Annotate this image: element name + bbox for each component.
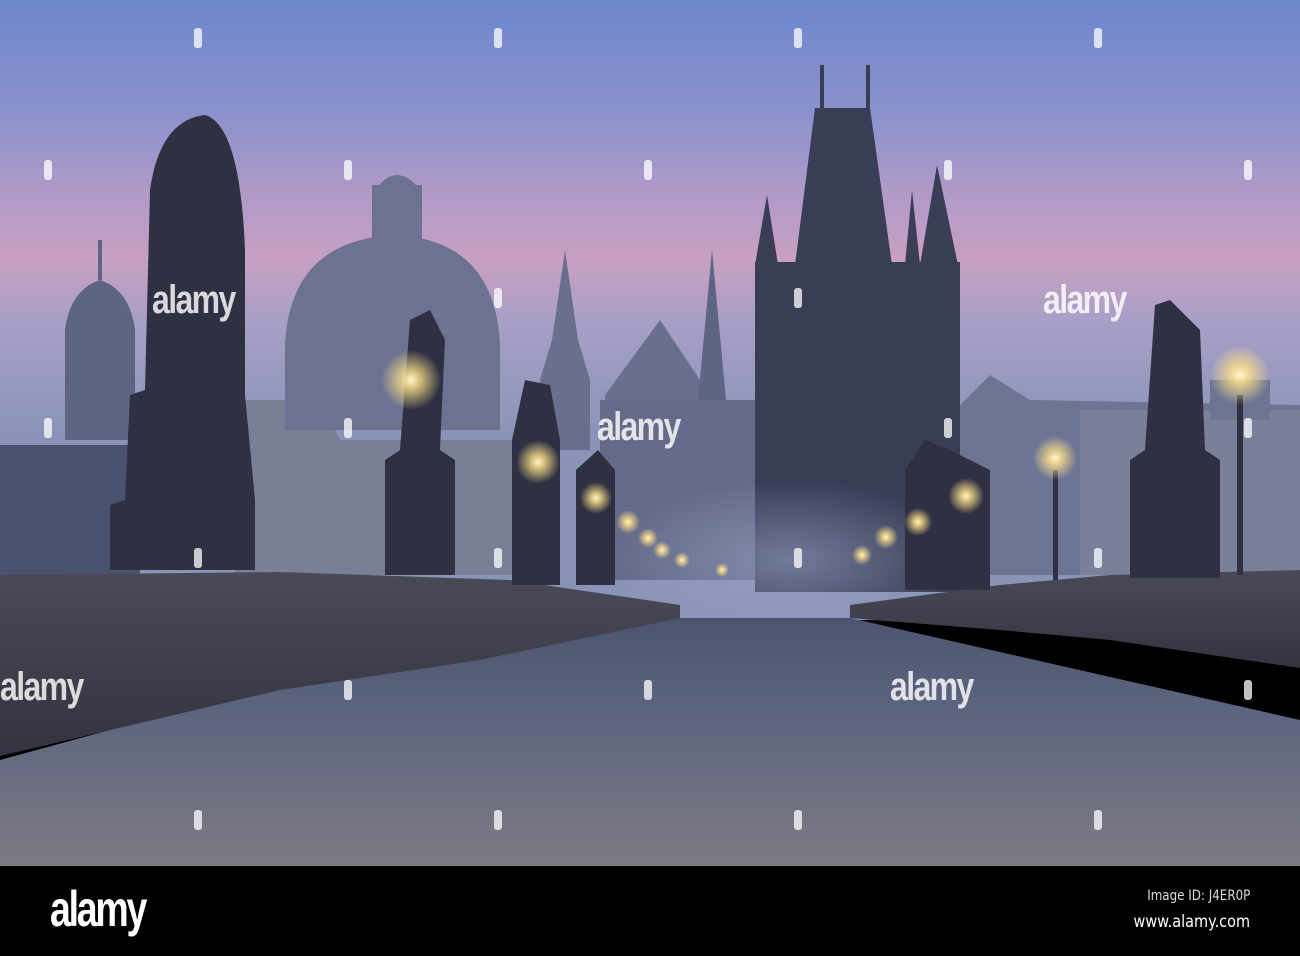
watermark-text: alamy (890, 665, 974, 709)
watermark-dot (1094, 810, 1102, 830)
watermark-dot (1244, 680, 1252, 700)
watermark-dot (44, 418, 52, 438)
watermark-dot (194, 28, 202, 48)
footer-bar: alamy Image ID: J4ER0P www.alamy.com (0, 866, 1300, 956)
watermark-dot (344, 680, 352, 700)
watermark-dot (494, 28, 502, 48)
watermark-dot (794, 810, 802, 830)
watermark-dot (44, 160, 52, 180)
watermark-dot (344, 418, 352, 438)
alamy-logo: alamy (50, 881, 147, 937)
watermark-dot (644, 680, 652, 700)
watermark-dot (1244, 418, 1252, 438)
watermark-dot (344, 160, 352, 180)
watermark-text: alamy (597, 405, 681, 449)
watermark-dot (944, 160, 952, 180)
watermark-dot (194, 810, 202, 830)
watermark-dot (494, 288, 502, 308)
watermark-dot (194, 548, 202, 568)
watermark-dot (494, 810, 502, 830)
watermark-dot (644, 160, 652, 180)
watermark-dot (944, 418, 952, 438)
watermark-dot (1094, 28, 1102, 48)
image-id: Image ID: J4ER0P (1146, 888, 1250, 904)
watermark-dot (1244, 160, 1252, 180)
watermark-dot (794, 548, 802, 568)
watermark-dot (794, 288, 802, 308)
watermark-text: alamy (0, 665, 84, 709)
watermark-text: alamy (152, 278, 236, 322)
watermark-dot (494, 548, 502, 568)
watermark-dot (794, 28, 802, 48)
watermark-text: alamy (1043, 278, 1127, 322)
site-url[interactable]: www.alamy.com (1134, 912, 1250, 932)
watermark-dot (1094, 548, 1102, 568)
stock-photo-viewer: alamy alamy alamy alamy alamy alamy Imag… (0, 0, 1300, 956)
